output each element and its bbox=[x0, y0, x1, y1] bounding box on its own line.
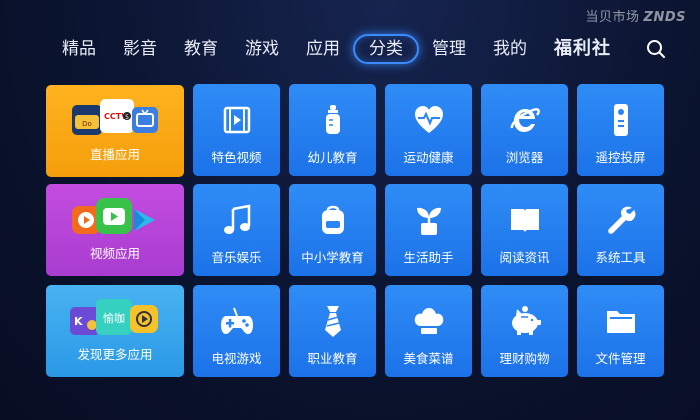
category-tile-browser[interactable]: 浏览器 bbox=[481, 84, 568, 176]
browser-icon bbox=[505, 100, 545, 140]
nav-tab-mine[interactable]: 我的 bbox=[493, 34, 527, 64]
live-apps-label: 直播应用 bbox=[89, 147, 140, 162]
tile-label: 幼儿教育 bbox=[307, 150, 358, 165]
folder-icon bbox=[601, 301, 641, 341]
tile-label: 生活助手 bbox=[403, 250, 454, 265]
tie-icon bbox=[313, 301, 353, 341]
watermark-text: 当贝市场 bbox=[585, 10, 640, 25]
nav-tab-apps[interactable]: 应用 bbox=[306, 34, 340, 64]
wrench-icon bbox=[601, 200, 641, 240]
svg-text:Do: Do bbox=[82, 120, 92, 128]
nav-tab-education[interactable]: 教育 bbox=[184, 34, 218, 64]
heart-pulse-icon bbox=[409, 100, 449, 140]
tile-label: 音乐娱乐 bbox=[211, 250, 262, 265]
tv-app-icon bbox=[132, 107, 158, 133]
category-tile-kids-education[interactable]: 幼儿教育 bbox=[289, 84, 376, 176]
nav-tab-games[interactable]: 游戏 bbox=[245, 34, 279, 64]
yellow-play-app-icon bbox=[130, 305, 158, 333]
svg-text:K: K bbox=[74, 315, 83, 328]
category-tile-school-education[interactable]: 中小学教育 bbox=[289, 184, 376, 276]
category-tile-remote-cast[interactable]: 遥控投屏 bbox=[577, 84, 664, 176]
watermark: 当贝市场 ZNDS bbox=[586, 6, 686, 25]
category-tile-file-manager[interactable]: 文件管理 bbox=[577, 285, 664, 377]
cctv-app-icon: CCTV 5 bbox=[100, 99, 134, 133]
nav-tab-categories[interactable]: 分类 bbox=[353, 34, 419, 64]
nav-tab-welfare[interactable]: 福利社 bbox=[554, 34, 611, 64]
tile-label: 文件管理 bbox=[595, 351, 646, 366]
tile-label: 美食菜谱 bbox=[403, 351, 454, 366]
tile-label: 运动健康 bbox=[403, 150, 454, 165]
nav-tab-media[interactable]: 影音 bbox=[123, 34, 157, 64]
nav-tab-featured[interactable]: 精品 bbox=[62, 34, 96, 64]
tile-label: 理财购物 bbox=[499, 351, 550, 366]
category-tile-vocational-education[interactable]: 职业教育 bbox=[289, 285, 376, 377]
category-tile-sports-health[interactable]: 运动健康 bbox=[385, 84, 472, 176]
tile-label: 电视游戏 bbox=[211, 351, 262, 366]
search-icon[interactable] bbox=[646, 39, 666, 59]
category-tile-food-recipes[interactable]: 美食菜谱 bbox=[385, 285, 472, 377]
yoga-app-icon: 愉咖 bbox=[96, 299, 132, 335]
chef-hat-icon bbox=[409, 301, 449, 341]
category-tile-reading-news[interactable]: 阅读资讯 bbox=[481, 184, 568, 276]
plant-icon bbox=[409, 200, 449, 240]
nav-tab-manage[interactable]: 管理 bbox=[432, 34, 466, 64]
category-tile-featured-video[interactable]: 特色视频 bbox=[193, 84, 280, 176]
watermark-brand: ZNDS bbox=[643, 10, 686, 25]
cctv-logo-number: 5 bbox=[125, 114, 129, 121]
music-icon bbox=[217, 200, 257, 240]
book-icon bbox=[505, 200, 545, 240]
piggy-bank-icon bbox=[505, 301, 545, 341]
tile-label: 特色视频 bbox=[211, 150, 262, 165]
dongman-app-icon: Do bbox=[72, 105, 102, 135]
discover-apps-label: 发现更多应用 bbox=[77, 347, 153, 362]
category-tile-finance-shopping[interactable]: 理财购物 bbox=[481, 285, 568, 377]
video-apps-tile[interactable]: 视频应用 bbox=[46, 184, 184, 276]
category-tile-tv-games[interactable]: 电视游戏 bbox=[193, 285, 280, 377]
video-icon bbox=[217, 100, 257, 140]
live-apps-tile[interactable]: Do CCTV 5 直播应用 bbox=[46, 85, 184, 177]
video-apps-label: 视频应用 bbox=[89, 246, 140, 261]
baby-bottle-icon bbox=[313, 100, 353, 140]
schoolbag-icon bbox=[313, 200, 353, 240]
gamepad-icon bbox=[217, 301, 257, 341]
remote-icon bbox=[601, 100, 641, 140]
blue-video-app-icon bbox=[130, 206, 158, 234]
top-nav: 精品 影音 教育 游戏 应用 分类 管理 我的 福利社 bbox=[62, 34, 638, 64]
category-tile-music[interactable]: 音乐娱乐 bbox=[193, 184, 280, 276]
tile-label: 职业教育 bbox=[307, 351, 358, 366]
tile-label: 系统工具 bbox=[595, 250, 646, 265]
tile-label: 遥控投屏 bbox=[595, 150, 646, 165]
tile-label: 浏览器 bbox=[505, 150, 544, 165]
discover-apps-tile[interactable]: K 愉咖 发现更多应用 bbox=[46, 285, 184, 377]
yoga-logo-text: 愉咖 bbox=[103, 311, 125, 325]
category-tile-life-assistant[interactable]: 生活助手 bbox=[385, 184, 472, 276]
category-tile-system-tools[interactable]: 系统工具 bbox=[577, 184, 664, 276]
tile-label: 阅读资讯 bbox=[499, 250, 550, 265]
green-video-app-icon bbox=[96, 198, 132, 234]
tile-label: 中小学教育 bbox=[301, 250, 364, 265]
